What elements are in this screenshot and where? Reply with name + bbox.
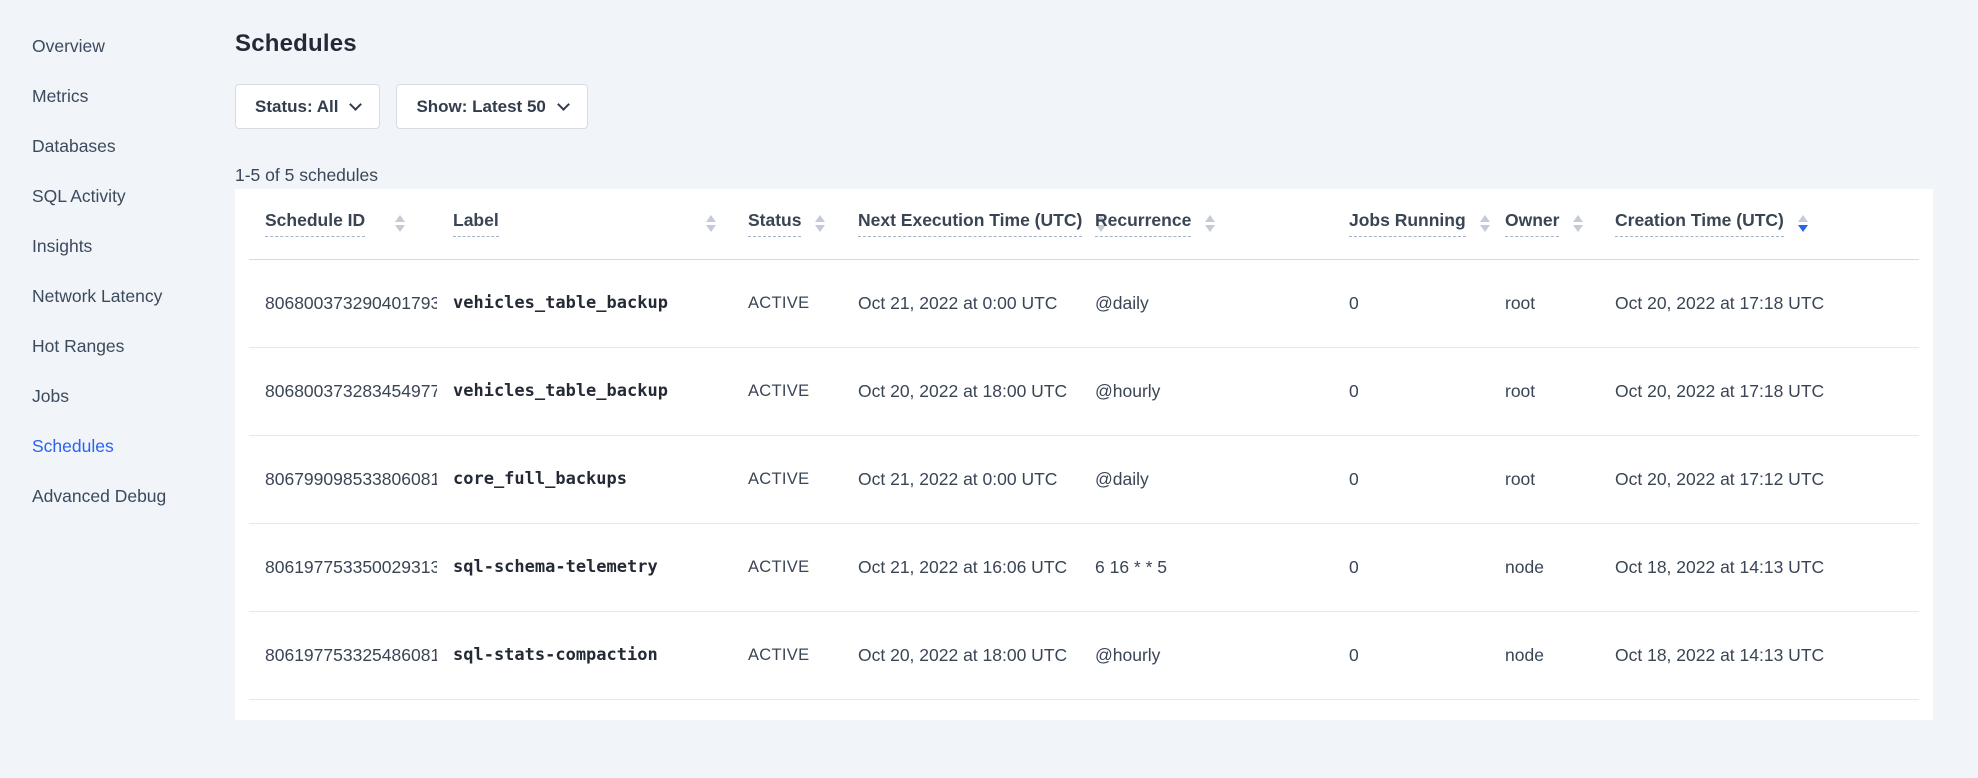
cell-creation-time: Oct 18, 2022 at 14:13 UTC: [1599, 523, 1919, 611]
cell-schedule-id: 806197753350029313: [249, 523, 437, 611]
table-row[interactable]: 806800373290401793vehicles_table_backupA…: [249, 259, 1919, 347]
column-header-schedule-id[interactable]: Schedule ID: [249, 189, 437, 259]
column-header-label[interactable]: Label: [437, 189, 732, 259]
column-label: Status: [748, 210, 801, 237]
sidebar-item-insights[interactable]: Insights: [32, 236, 235, 256]
cell-label: vehicles_table_backup: [437, 259, 732, 347]
cell-jobs-running: 0: [1333, 259, 1489, 347]
cell-label: core_full_backups: [437, 435, 732, 523]
show-filter-label: Show: Latest 50: [416, 97, 545, 117]
column-label: Next Execution Time (UTC): [858, 210, 1082, 237]
column-label: Recurrence: [1095, 210, 1191, 237]
cell-next-execution: Oct 21, 2022 at 0:00 UTC: [842, 435, 1079, 523]
cell-next-execution: Oct 20, 2022 at 18:00 UTC: [842, 611, 1079, 699]
sidebar-nav: Overview Metrics Databases SQL Activity Insi…: [0, 0, 235, 778]
column-header-creation-time-utc[interactable]: Creation Time (UTC): [1599, 189, 1919, 259]
cell-schedule-id: 806799098533806081: [249, 435, 437, 523]
column-header-owner[interactable]: Owner: [1489, 189, 1599, 259]
cell-label: sql-stats-compaction: [437, 611, 732, 699]
cell-jobs-running: 0: [1333, 523, 1489, 611]
table-row[interactable]: 806197753325486081sql-stats-compactionAC…: [249, 611, 1919, 699]
cell-jobs-running: 0: [1333, 347, 1489, 435]
cell-creation-time: Oct 20, 2022 at 17:12 UTC: [1599, 435, 1919, 523]
sidebar-item-hot-ranges[interactable]: Hot Ranges: [32, 336, 235, 356]
status-filter-dropdown[interactable]: Status: All: [235, 84, 380, 129]
sort-caret-icon: [1573, 215, 1583, 232]
cell-status: ACTIVE: [732, 523, 842, 611]
cell-owner: node: [1489, 611, 1599, 699]
filter-bar: Status: All Show: Latest 50: [235, 84, 1933, 129]
column-header-status[interactable]: Status: [732, 189, 842, 259]
table-header-row: Schedule ID Label Status Next Execution Tim…: [249, 189, 1919, 259]
show-filter-dropdown[interactable]: Show: Latest 50: [396, 84, 587, 129]
cell-recurrence: @daily: [1079, 259, 1333, 347]
sidebar-item-network-latency[interactable]: Network Latency: [32, 286, 235, 306]
cell-recurrence: @hourly: [1079, 347, 1333, 435]
cell-owner: root: [1489, 435, 1599, 523]
status-filter-label: Status: All: [255, 97, 338, 117]
sidebar-item-databases[interactable]: Databases: [32, 136, 235, 156]
cell-recurrence: @daily: [1079, 435, 1333, 523]
sort-caret-icon: [395, 215, 405, 232]
sidebar-item-sql-activity[interactable]: SQL Activity: [32, 186, 235, 206]
cell-status: ACTIVE: [732, 259, 842, 347]
column-label: Creation Time (UTC): [1615, 210, 1784, 237]
sort-caret-icon: [1798, 215, 1808, 232]
cell-label: sql-schema-telemetry: [437, 523, 732, 611]
column-header-jobs-running[interactable]: Jobs Running: [1333, 189, 1489, 259]
cell-schedule-id: 806197753325486081: [249, 611, 437, 699]
cell-next-execution: Oct 21, 2022 at 0:00 UTC: [842, 259, 1079, 347]
table-row[interactable]: 806800373283454977vehicles_table_backupA…: [249, 347, 1919, 435]
column-label: Label: [453, 210, 499, 237]
table-row[interactable]: 806799098533806081core_full_backupsACTIV…: [249, 435, 1919, 523]
column-label: Schedule ID: [265, 210, 365, 237]
cell-status: ACTIVE: [732, 347, 842, 435]
cell-label: vehicles_table_backup: [437, 347, 732, 435]
cell-owner: node: [1489, 523, 1599, 611]
sort-caret-icon: [706, 215, 716, 232]
cell-schedule-id: 806800373290401793: [249, 259, 437, 347]
schedules-table-card: Schedule ID Label Status Next Execution Tim…: [235, 189, 1933, 720]
cell-owner: root: [1489, 347, 1599, 435]
chevron-down-icon: [350, 98, 363, 111]
sidebar-item-metrics[interactable]: Metrics: [32, 86, 235, 106]
table-body: 806800373290401793vehicles_table_backupA…: [249, 259, 1919, 699]
cell-creation-time: Oct 20, 2022 at 17:18 UTC: [1599, 347, 1919, 435]
sort-caret-icon: [815, 215, 825, 232]
sidebar-item-overview[interactable]: Overview: [32, 36, 235, 56]
cell-jobs-running: 0: [1333, 611, 1489, 699]
results-count: 1-5 of 5 schedules: [235, 165, 1933, 185]
cell-creation-time: Oct 18, 2022 at 14:13 UTC: [1599, 611, 1919, 699]
sidebar-item-jobs[interactable]: Jobs: [32, 386, 235, 406]
cell-status: ACTIVE: [732, 611, 842, 699]
cell-creation-time: Oct 20, 2022 at 17:18 UTC: [1599, 259, 1919, 347]
sort-caret-icon: [1480, 215, 1490, 232]
sort-caret-icon: [1205, 215, 1215, 232]
cell-next-execution: Oct 20, 2022 at 18:00 UTC: [842, 347, 1079, 435]
chevron-down-icon: [557, 98, 570, 111]
cell-next-execution: Oct 21, 2022 at 16:06 UTC: [842, 523, 1079, 611]
cell-schedule-id: 806800373283454977: [249, 347, 437, 435]
cell-status: ACTIVE: [732, 435, 842, 523]
schedules-table: Schedule ID Label Status Next Execution Tim…: [249, 189, 1919, 700]
cell-recurrence: 6 16 * * 5: [1079, 523, 1333, 611]
sidebar-item-schedules[interactable]: Schedules: [32, 436, 235, 456]
column-header-next-execution-time-utc[interactable]: Next Execution Time (UTC): [842, 189, 1079, 259]
sidebar-item-advanced-debug[interactable]: Advanced Debug: [32, 486, 235, 506]
column-label: Jobs Running: [1349, 210, 1466, 237]
cell-recurrence: @hourly: [1079, 611, 1333, 699]
column-header-recurrence[interactable]: Recurrence: [1079, 189, 1333, 259]
cell-jobs-running: 0: [1333, 435, 1489, 523]
column-label: Owner: [1505, 210, 1559, 237]
main-content: Schedules Status: All Show: Latest 50 1-…: [235, 0, 1933, 720]
cell-owner: root: [1489, 259, 1599, 347]
page-title: Schedules: [235, 30, 1933, 57]
table-row[interactable]: 806197753350029313sql-schema-telemetryAC…: [249, 523, 1919, 611]
